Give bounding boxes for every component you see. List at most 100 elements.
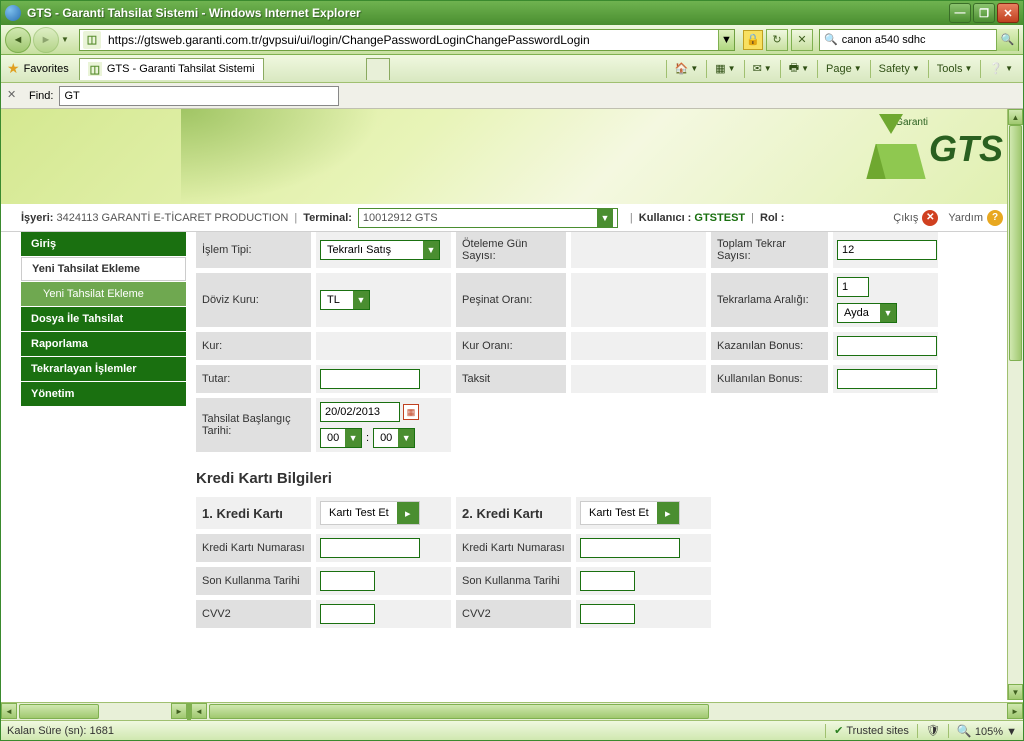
- site-icon: ◫: [83, 31, 101, 49]
- logo: GTS: [861, 119, 1003, 179]
- rol-label: Rol :: [760, 212, 784, 224]
- status-bar: Kalan Süre (sn): 1681 ✔Trusted sites 🛡 🔍…: [1, 720, 1023, 740]
- lock-icon[interactable]: 🔒: [743, 30, 763, 50]
- card1-number-input[interactable]: [320, 538, 420, 558]
- pesinat-label: Peşinat Oranı:: [456, 273, 566, 327]
- tab-title: GTS - Garanti Tahsilat Sistemi: [107, 63, 255, 75]
- card2-cvv-input[interactable]: [580, 604, 635, 624]
- page-menu[interactable]: Page▼: [822, 58, 866, 80]
- logout-button[interactable]: Çıkış✕: [893, 210, 938, 226]
- browser-tab[interactable]: ◫ GTS - Garanti Tahsilat Sistemi: [79, 58, 264, 80]
- safety-menu[interactable]: Safety▼: [875, 58, 924, 80]
- card2-expiry-label: Son Kullanma Tarihi: [456, 567, 571, 595]
- zoom-control[interactable]: 🔍 105% ▼: [957, 724, 1017, 738]
- home-button[interactable]: 🏠▼: [671, 58, 703, 80]
- card1-expiry-input[interactable]: [320, 571, 375, 591]
- find-input[interactable]: [59, 86, 339, 106]
- protected-mode-icon[interactable]: 🛡: [926, 724, 940, 737]
- help-button[interactable]: Yardım?: [948, 210, 1003, 226]
- toplam-tekrar-input[interactable]: [837, 240, 937, 260]
- card1-cvv-label: CVV2: [196, 600, 311, 628]
- card2-number-input[interactable]: [580, 538, 680, 558]
- card1-test-button[interactable]: Kartı Test Et▸: [320, 501, 420, 525]
- help-icon: ?: [987, 210, 1003, 226]
- isyeri-label: İşyeri:: [21, 212, 53, 224]
- card2-test-button[interactable]: Kartı Test Et▸: [580, 501, 680, 525]
- status-timer: Kalan Süre (sn): 1681: [7, 725, 114, 737]
- print-button[interactable]: 🖶▼: [785, 58, 813, 80]
- chevron-down-icon[interactable]: ▼: [597, 209, 613, 227]
- header-banner: Garanti GTS: [1, 109, 1023, 204]
- sidebar-item-giris[interactable]: Giriş: [21, 232, 186, 256]
- mail-button[interactable]: ✉▼: [749, 58, 776, 80]
- tutar-input[interactable]: [320, 369, 420, 389]
- calendar-icon[interactable]: ▦: [403, 404, 419, 420]
- close-button[interactable]: ✕: [997, 3, 1019, 23]
- favorites-label[interactable]: Favorites: [24, 63, 69, 75]
- address-dropdown[interactable]: ▼: [718, 30, 734, 50]
- favorites-star-icon[interactable]: ★: [7, 60, 20, 77]
- minimize-button[interactable]: —: [949, 3, 971, 23]
- kazanilan-bonus-input[interactable]: [837, 336, 937, 356]
- kullanici-label: Kullanıcı :: [639, 212, 692, 224]
- sidebar-sub-yeni-tahsilat[interactable]: Yeni Tahsilat Ekleme: [21, 282, 186, 306]
- trusted-sites[interactable]: ✔Trusted sites: [834, 724, 909, 737]
- kullanilan-bonus-label: Kullanılan Bonus:: [711, 365, 828, 393]
- card2-header: 2. Kredi Kartı: [456, 497, 571, 529]
- islem-tipi-select[interactable]: Tekrarlı Satış▼: [320, 240, 440, 260]
- url-input[interactable]: [104, 33, 718, 47]
- taksit-label: Taksit: [456, 365, 566, 393]
- history-dropdown[interactable]: ▼: [61, 35, 73, 44]
- vertical-scroll-thumb[interactable]: [1009, 125, 1022, 361]
- close-icon: ✕: [922, 210, 938, 226]
- vertical-scrollbar[interactable]: ▲ ▼: [1007, 109, 1023, 700]
- minute-select[interactable]: 00▼: [373, 428, 415, 448]
- terminal-label: Terminal:: [303, 212, 352, 224]
- stop-button[interactable]: ✕: [791, 29, 813, 51]
- cards-section-title: Kredi Kartı Bilgileri: [196, 470, 1003, 487]
- date-input[interactable]: [320, 402, 400, 422]
- search-go-button[interactable]: 🔍: [996, 29, 1018, 51]
- back-button[interactable]: ◄: [5, 27, 31, 53]
- kur-label: Kur:: [196, 332, 311, 360]
- find-label: Find:: [29, 90, 53, 102]
- tutar-label: Tutar:: [196, 365, 311, 393]
- maximize-button[interactable]: ❐: [973, 3, 995, 23]
- favorites-bar: ★ Favorites ◫ GTS - Garanti Tahsilat Sis…: [1, 55, 1023, 83]
- doviz-select[interactable]: TL▼: [320, 290, 370, 310]
- window-titlebar: GTS - Garanti Tahsilat Sistemi - Windows…: [1, 1, 1023, 25]
- find-bar: ✕ Find:: [1, 83, 1023, 109]
- oteleme-label: Öteleme Gün Sayısı:: [456, 232, 566, 268]
- refresh-button[interactable]: ↻: [766, 29, 788, 51]
- card2-expiry-input[interactable]: [580, 571, 635, 591]
- window-title: GTS - Garanti Tahsilat Sistemi - Windows…: [27, 6, 947, 20]
- terminal-select[interactable]: 10012912 GTS ▼: [358, 208, 618, 228]
- sidebar-item-yeni-tahsilat[interactable]: Yeni Tahsilat Ekleme: [21, 257, 186, 281]
- search-provider-icon: 🔍: [820, 33, 842, 46]
- find-close-icon[interactable]: ✕: [7, 88, 23, 104]
- browser-navbar: ◄ ► ▼ ◫ ▼ 🔒 ↻ ✕ 🔍 🔍: [1, 25, 1023, 55]
- sidebar-item-tekrarlayan[interactable]: Tekrarlayan İşlemler: [21, 357, 186, 381]
- help-button[interactable]: ❔▼: [985, 58, 1017, 80]
- tarih-label: Tahsilat Başlangıç Tarihi:: [196, 398, 311, 452]
- kullanilan-bonus-input[interactable]: [837, 369, 937, 389]
- islem-tipi-label: İşlem Tipi:: [196, 232, 311, 268]
- terminal-value: 10012912 GTS: [363, 212, 438, 224]
- card1-cvv-input[interactable]: [320, 604, 375, 624]
- forward-button[interactable]: ►: [33, 27, 59, 53]
- sidebar-item-yonetim[interactable]: Yönetim: [21, 382, 186, 406]
- kazanilan-bonus-label: Kazanılan Bonus:: [711, 332, 828, 360]
- card1-number-label: Kredi Kartı Numarası: [196, 534, 311, 562]
- search-input[interactable]: [842, 34, 996, 46]
- tekrarlama-number-input[interactable]: [837, 277, 869, 297]
- sidebar: Giriş Yeni Tahsilat Ekleme Yeni Tahsilat…: [1, 232, 186, 702]
- horizontal-scrollbar-right[interactable]: ◄►: [191, 703, 1023, 720]
- tekrarlama-unit-select[interactable]: Ayda▼: [837, 303, 897, 323]
- sidebar-item-raporlama[interactable]: Raporlama: [21, 332, 186, 356]
- tools-menu[interactable]: Tools▼: [933, 58, 977, 80]
- sidebar-item-dosya[interactable]: Dosya İle Tahsilat: [21, 307, 186, 331]
- new-tab-button[interactable]: [366, 58, 390, 80]
- feeds-button[interactable]: ▦▼: [711, 58, 739, 80]
- hour-select[interactable]: 00▼: [320, 428, 362, 448]
- horizontal-scrollbar-left[interactable]: ◄►: [1, 703, 187, 720]
